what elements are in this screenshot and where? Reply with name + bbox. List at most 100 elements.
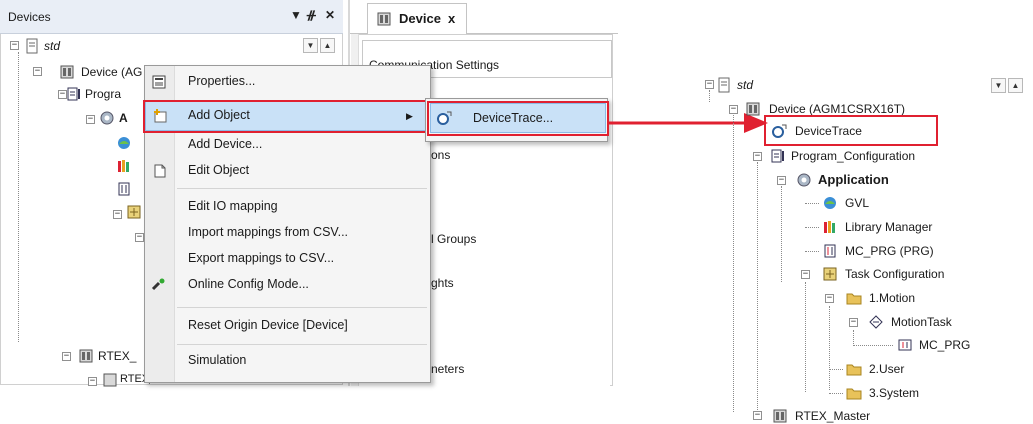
menu-item-simulation[interactable]: Simulation [144, 350, 429, 373]
collapse-toggle[interactable]: − [825, 294, 834, 303]
menu-item-edit-io-mapping[interactable]: Edit IO mapping [144, 196, 429, 219]
pane-dropdown-button[interactable]: ▼ [290, 8, 302, 22]
menu-item-reset-origin-device[interactable]: Reset Origin Device [Device] [144, 315, 429, 338]
collapse-toggle[interactable]: − [86, 115, 95, 124]
tree-device-label[interactable]: Device (AG [81, 64, 142, 80]
program-config-icon [771, 149, 784, 163]
menu-item-add-device[interactable]: Add Device... [144, 134, 429, 157]
tree-system-label[interactable]: 3.System [869, 385, 919, 401]
scroll-up-button[interactable]: ▲ [320, 38, 335, 53]
tree-root-label[interactable]: std [44, 38, 60, 54]
tree-guide [781, 186, 782, 282]
folder-icon [846, 364, 862, 376]
pin-icon[interactable]: ᚌ [307, 8, 316, 22]
tree-library-manager-label[interactable]: Library Manager [845, 219, 932, 235]
collapse-toggle[interactable]: − [729, 105, 738, 114]
tree-rtex-master-label[interactable]: RTEX_Master [795, 408, 870, 424]
task-config-icon [823, 267, 837, 281]
menu-item-properties[interactable]: Properties... [144, 71, 429, 94]
pou-icon [824, 244, 836, 258]
devices-pane-header: Devices ▼ ᚌ ✕ [0, 0, 343, 34]
tree-guide [805, 251, 819, 252]
editor-nav-item[interactable]: l Groups [431, 231, 476, 247]
tree-guide [733, 112, 734, 412]
application-gear-icon [797, 173, 811, 187]
tree-motiontask-label[interactable]: MotionTask [891, 314, 952, 330]
folder-icon [846, 388, 862, 400]
online-config-icon [151, 278, 165, 291]
motion-task-icon [869, 315, 883, 329]
project-file-icon [26, 38, 38, 54]
tree-guide [757, 162, 758, 412]
tree-guide [829, 306, 830, 390]
tree-guide [829, 393, 843, 394]
menu-separator [177, 307, 427, 308]
editor-nav-item[interactable]: ons [431, 147, 450, 163]
tree-mc-prg-label[interactable]: MC_PRG (PRG) [845, 243, 934, 259]
tab-close-button[interactable]: x [448, 11, 455, 27]
device-icon [746, 102, 760, 116]
device-icon [377, 12, 391, 26]
tree-guide [805, 282, 806, 392]
project-file-icon [718, 77, 730, 93]
collapse-toggle[interactable]: − [705, 80, 714, 89]
task-config-icon [127, 205, 141, 219]
tree-guide [829, 369, 843, 370]
application-gear-icon [100, 111, 114, 125]
tree-mc-prg-call-label[interactable]: MC_PRG [919, 337, 970, 353]
device-icon [103, 373, 117, 387]
edit-object-icon [154, 164, 166, 178]
gvl-globe-icon [824, 197, 836, 209]
menu-separator [177, 188, 427, 189]
collapse-toggle[interactable]: − [10, 41, 19, 50]
editor-nav-item[interactable]: neters [431, 361, 464, 377]
tree-motion-label[interactable]: 1.Motion [869, 290, 915, 306]
library-icon [824, 221, 835, 233]
collapse-toggle[interactable]: − [88, 377, 97, 386]
tree-dropdown-button[interactable]: ▼ [991, 78, 1006, 93]
collapse-toggle[interactable]: − [33, 67, 42, 76]
device-icon [60, 65, 74, 79]
tree-program-config-label[interactable]: Program_Configuration [791, 148, 915, 164]
device-icon [79, 349, 93, 363]
collapse-toggle[interactable]: − [801, 270, 810, 279]
menu-item-online-config-mode[interactable]: Online Config Mode... [144, 274, 429, 297]
tree-guide [709, 90, 710, 102]
tree-guide [18, 52, 19, 342]
collapse-toggle[interactable]: − [62, 352, 71, 361]
tab-device[interactable]: Device x [367, 3, 467, 34]
editor-nav-item[interactable]: ghts [431, 275, 454, 291]
tree-task-config-label[interactable]: Task Configuration [845, 266, 944, 282]
library-icon [118, 160, 129, 172]
tree-application-label[interactable]: A [119, 110, 128, 126]
device-icon [773, 409, 787, 423]
collapse-toggle[interactable]: − [849, 318, 858, 327]
close-pane-button[interactable]: ✕ [325, 8, 335, 22]
tree-application-label[interactable]: Application [818, 172, 889, 188]
tree-guide [805, 203, 819, 204]
collapse-toggle[interactable]: − [777, 176, 786, 185]
tree-rtex-label[interactable]: RTEX_ [98, 348, 136, 364]
tab-device-label: Device [399, 11, 441, 26]
tree-gvl-label[interactable]: GVL [845, 195, 869, 211]
collapse-toggle[interactable]: − [135, 233, 144, 242]
tree-dropdown-button[interactable]: ▼ [303, 38, 318, 53]
collapse-toggle[interactable]: − [753, 411, 762, 420]
collapse-toggle[interactable]: − [753, 152, 762, 161]
tree-user-label[interactable]: 2.User [869, 361, 904, 377]
menu-item-export-mappings[interactable]: Export mappings to CSV... [144, 248, 429, 271]
menu-item-import-mappings[interactable]: Import mappings from CSV... [144, 222, 429, 245]
devices-title: Devices [8, 10, 51, 24]
tree-program-label[interactable]: Progra [85, 86, 121, 102]
menu-separator [177, 344, 427, 345]
tree-root-label[interactable]: std [737, 77, 753, 93]
menu-item-edit-object[interactable]: Edit Object [144, 160, 429, 183]
program-call-icon [898, 339, 912, 351]
properties-icon [152, 75, 166, 89]
folder-icon [846, 293, 862, 305]
tree-guide [805, 227, 819, 228]
tree-guide [853, 330, 854, 344]
collapse-toggle[interactable]: − [113, 210, 122, 219]
gvl-globe-icon [118, 137, 130, 149]
scroll-up-button[interactable]: ▲ [1008, 78, 1023, 93]
